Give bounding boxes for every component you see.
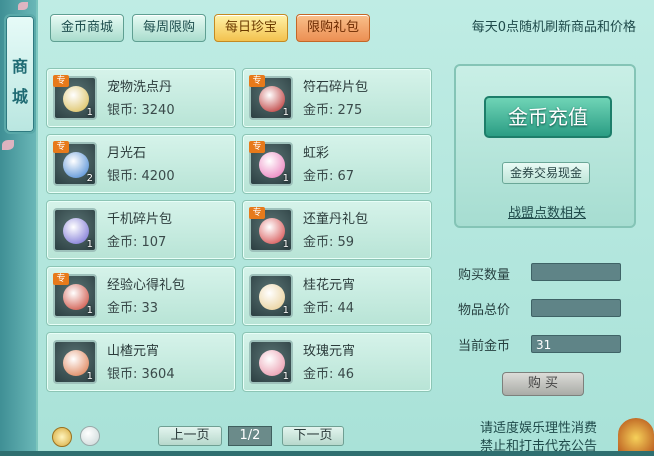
item-quantity: 2 <box>86 173 93 184</box>
tab-limited-pack[interactable]: 限购礼包 <box>296 14 371 42</box>
item-icon <box>63 218 89 244</box>
item-card[interactable]: 专 2 月光石 银币: 4200 <box>46 134 236 194</box>
side-tab: 商 城 <box>0 0 36 451</box>
next-page-button[interactable]: 下一页 <box>282 426 344 446</box>
item-quantity: 1 <box>86 107 93 118</box>
current-gold-label: 当前金币 <box>458 339 511 354</box>
item-quantity: 1 <box>86 371 93 382</box>
item-icon <box>63 350 89 376</box>
item-name: 山楂元宵 <box>107 344 160 359</box>
item-icon <box>259 350 285 376</box>
item-quantity: 1 <box>282 239 289 250</box>
item-price: 金币: 275 <box>303 103 363 118</box>
item-quantity: 1 <box>282 173 289 184</box>
item-card[interactable]: 专 1 经验心得礼包 金币: 33 <box>46 266 236 326</box>
tab-gold-shop[interactable]: 金币商城 <box>50 14 125 42</box>
item-card[interactable]: 1 玫瑰元宵 金币: 46 <box>242 332 432 392</box>
refresh-notice: 每天0点随机刷新商品和价格 <box>471 20 636 35</box>
item-icon <box>259 152 285 178</box>
side-tab-shop[interactable]: 商 城 <box>4 14 36 134</box>
exclusive-badge: 专 <box>53 273 69 285</box>
petal-decoration <box>2 140 14 150</box>
item-card[interactable]: 专 1 还童丹礼包 金币: 59 <box>242 200 432 260</box>
quantity-label: 购买数量 <box>458 268 511 283</box>
side-tab-label: 城 <box>11 87 28 106</box>
item-icon <box>259 218 285 244</box>
item-icon <box>259 284 285 310</box>
item-card[interactable]: 1 桂花元宵 金币: 44 <box>242 266 432 326</box>
item-name: 月光石 <box>107 146 147 161</box>
exclusive-badge: 专 <box>249 207 265 219</box>
recharge-box: 金币充值 金券交易现金 战盟点数相关 <box>454 64 636 228</box>
item-quantity: 1 <box>282 107 289 118</box>
item-icon <box>259 86 285 112</box>
item-price: 金币: 59 <box>303 235 355 250</box>
tab-weekly-limit[interactable]: 每周限购 <box>132 14 207 42</box>
item-card[interactable]: 1 山楂元宵 银币: 3604 <box>46 332 236 392</box>
item-icon-slot: 专 1 <box>53 273 97 318</box>
prev-page-button[interactable]: 上一页 <box>158 426 222 446</box>
quantity-field[interactable] <box>531 263 621 281</box>
exclusive-badge: 专 <box>53 141 69 153</box>
exclusive-badge: 专 <box>249 141 265 153</box>
tab-bar: 金币商城 每周限购 每日珍宝 限购礼包 <box>50 14 371 42</box>
item-icon-slot: 1 <box>249 340 293 384</box>
item-price: 银币: 3604 <box>107 367 175 382</box>
footer-line: 请适度娱乐理性消费 <box>480 421 598 436</box>
item-quantity: 1 <box>86 305 93 316</box>
item-name: 符石碎片包 <box>303 80 369 95</box>
item-price: 银币: 3240 <box>107 103 175 118</box>
page-indicator: 1/2 <box>228 426 272 446</box>
item-quantity: 1 <box>86 239 93 250</box>
item-grid: 专 1 宠物洗点丹 银币: 3240 专 1 符石碎片包 金币: 275 专 2… <box>46 68 434 396</box>
total-price-field <box>531 299 621 317</box>
item-name: 经验心得礼包 <box>107 278 186 293</box>
emblem-icon <box>618 418 654 451</box>
tab-daily-treasure[interactable]: 每日珍宝 <box>214 14 289 42</box>
item-card[interactable]: 1 千机碎片包 金币: 107 <box>46 200 236 260</box>
item-icon-slot: 专 2 <box>53 141 97 186</box>
alliance-points-link[interactable]: 战盟点数相关 <box>504 202 590 221</box>
item-icon-slot: 专 1 <box>249 141 293 186</box>
item-quantity: 1 <box>282 305 289 316</box>
buy-button[interactable]: 购 买 <box>502 372 584 396</box>
total-price-label: 物品总价 <box>458 303 511 318</box>
side-tab-label: 商 <box>11 57 28 76</box>
item-price: 金币: 46 <box>303 367 355 382</box>
current-gold-field: 31 <box>531 335 621 353</box>
item-name: 玫瑰元宵 <box>303 344 356 359</box>
item-price: 金币: 44 <box>303 301 355 316</box>
item-name: 桂花元宵 <box>303 278 356 293</box>
item-price: 金币: 67 <box>303 169 355 184</box>
footer-line: 禁止和打击代充公告 <box>480 439 598 454</box>
item-card[interactable]: 专 1 虹彩 金币: 67 <box>242 134 432 194</box>
exclusive-badge: 专 <box>249 75 265 87</box>
item-icon <box>63 284 89 310</box>
item-icon-slot: 1 <box>53 208 97 252</box>
magnifier-icon[interactable] <box>52 427 72 447</box>
item-icon-slot: 专 1 <box>249 75 293 120</box>
item-name: 宠物洗点丹 <box>107 80 173 95</box>
exclusive-badge: 专 <box>53 75 69 87</box>
item-name: 虹彩 <box>303 146 330 161</box>
item-icon-slot: 1 <box>249 274 293 318</box>
item-icon-slot: 专 1 <box>53 75 97 120</box>
item-name: 还童丹礼包 <box>303 212 369 227</box>
circle-toggle-icon[interactable] <box>80 426 100 446</box>
item-icon <box>63 152 89 178</box>
item-icon-slot: 专 1 <box>249 207 293 252</box>
item-price: 金币: 107 <box>107 235 167 250</box>
item-card[interactable]: 专 1 符石碎片包 金币: 275 <box>242 68 432 128</box>
item-icon <box>63 86 89 112</box>
item-quantity: 1 <box>282 371 289 382</box>
gold-recharge-button[interactable]: 金币充值 <box>484 96 612 138</box>
item-price: 金币: 33 <box>107 301 159 316</box>
item-icon-slot: 1 <box>53 340 97 384</box>
petal-decoration <box>18 2 28 10</box>
item-price: 银币: 4200 <box>107 169 175 184</box>
voucher-exchange-button[interactable]: 金券交易现金 <box>502 162 590 184</box>
item-card[interactable]: 专 1 宠物洗点丹 银币: 3240 <box>46 68 236 128</box>
item-name: 千机碎片包 <box>107 212 173 227</box>
